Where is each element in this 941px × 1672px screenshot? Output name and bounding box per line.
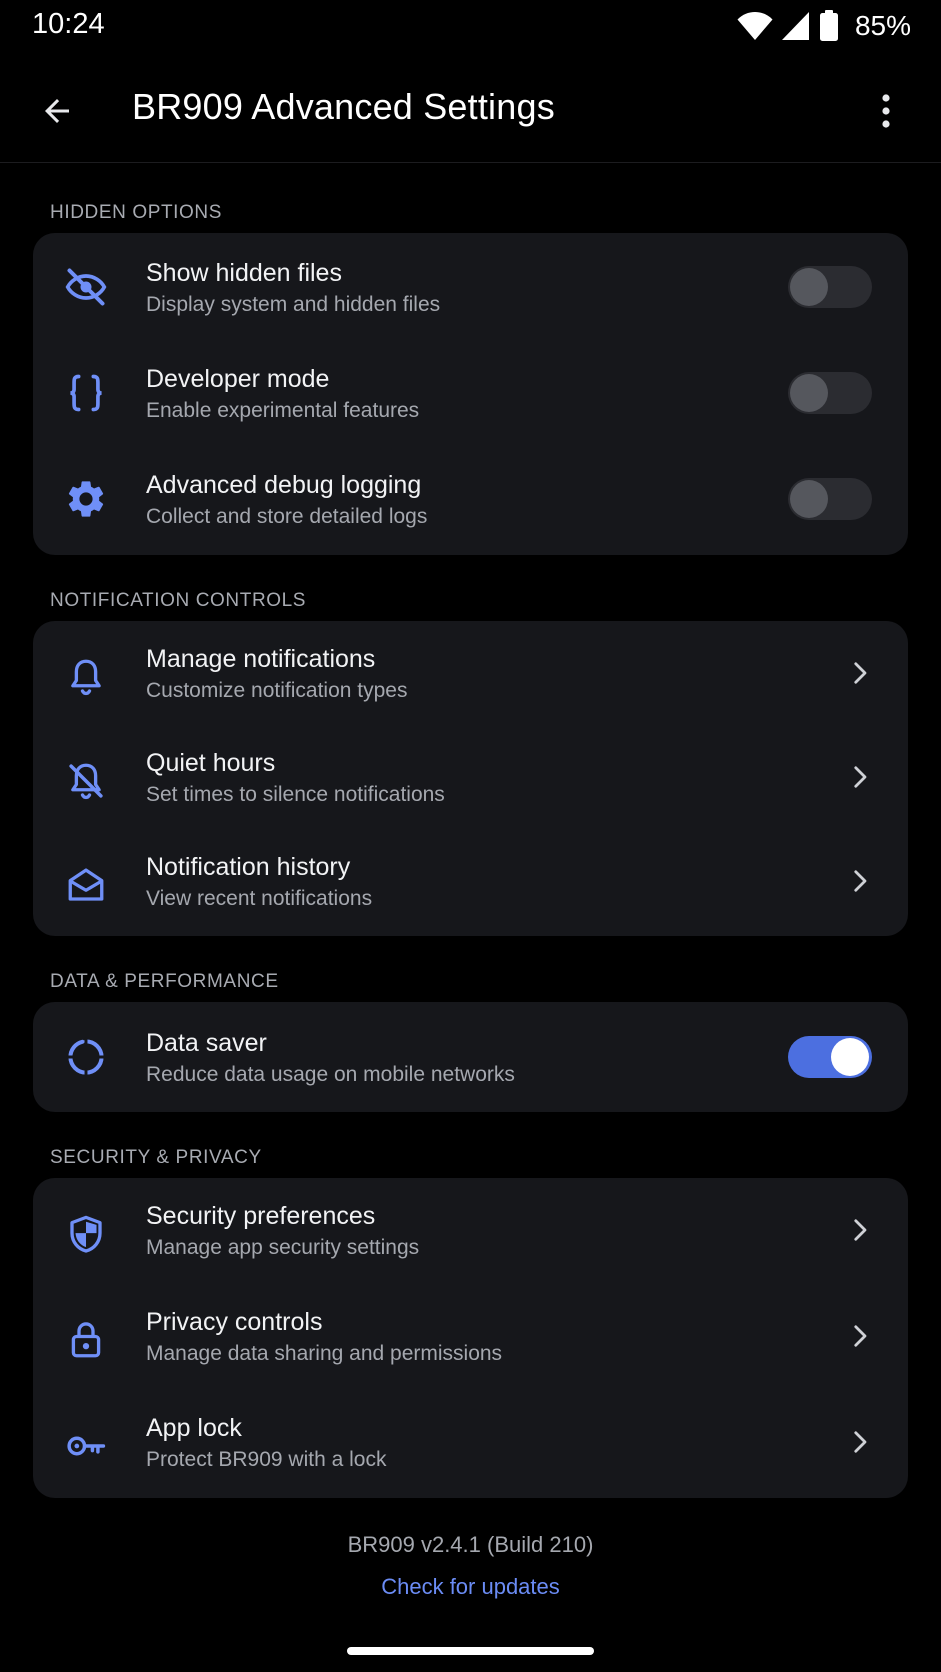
toggle-show-hidden-files[interactable] bbox=[788, 266, 872, 308]
status-time: 10:24 bbox=[32, 8, 105, 40]
setting-row-privacy-controls[interactable]: Privacy controls Manage data sharing and… bbox=[33, 1284, 908, 1390]
code-braces-icon bbox=[61, 368, 111, 418]
chevron-right-icon bbox=[842, 1424, 878, 1460]
setting-subtitle: Customize notification types bbox=[146, 679, 408, 702]
setting-subtitle: Protect BR909 with a lock bbox=[146, 1448, 387, 1471]
eye-off-icon bbox=[61, 262, 111, 312]
card-security-privacy: Security preferences Manage app security… bbox=[33, 1178, 908, 1498]
back-button[interactable] bbox=[30, 84, 84, 138]
setting-title: Manage notifications bbox=[146, 645, 376, 673]
setting-title: Advanced debug logging bbox=[146, 471, 422, 499]
setting-row-data-saver[interactable]: Data saver Reduce data usage on mobile n… bbox=[33, 1002, 908, 1112]
toggle-knob bbox=[790, 374, 828, 412]
more-vert-icon bbox=[882, 94, 890, 128]
setting-subtitle: Collect and store detailed logs bbox=[146, 505, 428, 528]
card-notification-controls: Manage notifications Customize notificat… bbox=[33, 621, 908, 936]
toggle-knob bbox=[790, 268, 828, 306]
toggle-advanced-debug-logging[interactable] bbox=[788, 478, 872, 520]
chevron-right-icon bbox=[842, 863, 878, 899]
toggle-knob bbox=[831, 1038, 869, 1076]
setting-title: Quiet hours bbox=[146, 749, 276, 777]
setting-title: Privacy controls bbox=[146, 1308, 323, 1336]
wifi-icon bbox=[737, 12, 773, 40]
setting-subtitle: Enable experimental features bbox=[146, 399, 420, 422]
setting-row-developer-mode[interactable]: Developer mode Enable experimental featu… bbox=[33, 339, 908, 445]
version-text: BR909 v2.4.1 (Build 210) bbox=[347, 1532, 594, 1557]
setting-subtitle: Set times to silence notifications bbox=[146, 783, 445, 806]
toggle-data-saver[interactable] bbox=[788, 1036, 872, 1078]
chevron-right-icon bbox=[842, 1318, 878, 1354]
chevron-right-icon bbox=[842, 655, 878, 691]
setting-row-app-lock[interactable]: App lock Protect BR909 with a lock bbox=[33, 1390, 908, 1496]
setting-subtitle: Reduce data usage on mobile networks bbox=[146, 1063, 515, 1086]
section-header-hidden-options: HIDDEN OPTIONS bbox=[50, 202, 223, 223]
section-header-notification-controls: NOTIFICATION CONTROLS bbox=[50, 590, 307, 611]
setting-row-show-hidden-files[interactable]: Show hidden files Display system and hid… bbox=[33, 233, 908, 339]
card-data-performance: Data saver Reduce data usage on mobile n… bbox=[33, 1002, 908, 1112]
lock-icon bbox=[61, 1315, 111, 1365]
section-header-data-performance: DATA & PERFORMANCE bbox=[50, 971, 279, 992]
mail-open-icon bbox=[61, 860, 111, 910]
setting-row-notification-history[interactable]: Notification history View recent notific… bbox=[33, 829, 908, 933]
section-header-security-privacy: SECURITY & PRIVACY bbox=[50, 1147, 262, 1168]
page-title: BR909 Advanced Settings bbox=[132, 86, 555, 127]
data-saver-icon bbox=[61, 1032, 111, 1082]
chevron-right-icon bbox=[842, 1212, 878, 1248]
arrow-back-icon bbox=[45, 99, 69, 123]
setting-subtitle: View recent notifications bbox=[146, 887, 373, 910]
setting-title: Security preferences bbox=[146, 1202, 376, 1230]
status-icons: 85% bbox=[737, 10, 911, 42]
battery-icon bbox=[819, 10, 838, 41]
toggle-knob bbox=[790, 480, 828, 518]
setting-title: App lock bbox=[146, 1414, 242, 1442]
setting-title: Data saver bbox=[146, 1029, 267, 1057]
setting-title: Developer mode bbox=[146, 365, 330, 393]
card-hidden-options: Show hidden files Display system and hid… bbox=[33, 233, 908, 555]
setting-row-security-preferences[interactable]: Security preferences Manage app security… bbox=[33, 1178, 908, 1284]
bell-icon bbox=[61, 652, 111, 702]
chevron-right-icon bbox=[842, 759, 878, 795]
bell-off-icon bbox=[61, 756, 111, 806]
overflow-menu-button[interactable] bbox=[859, 84, 913, 138]
setting-row-quiet-hours[interactable]: Quiet hours Set times to silence notific… bbox=[33, 725, 908, 829]
key-icon bbox=[61, 1421, 111, 1471]
app-bar: BR909 Advanced Settings bbox=[0, 58, 941, 163]
setting-title: Show hidden files bbox=[146, 259, 342, 287]
setting-subtitle: Display system and hidden files bbox=[146, 293, 441, 316]
check-for-updates-link[interactable]: Check for updates bbox=[360, 1574, 581, 1600]
setting-row-manage-notifications[interactable]: Manage notifications Customize notificat… bbox=[33, 621, 908, 725]
shield-icon bbox=[61, 1209, 111, 1259]
home-indicator[interactable] bbox=[347, 1647, 594, 1655]
setting-subtitle: Manage data sharing and permissions bbox=[146, 1342, 503, 1365]
signal-icon bbox=[781, 12, 809, 40]
battery-percent: 85% bbox=[854, 10, 911, 41]
setting-title: Notification history bbox=[146, 853, 351, 881]
setting-row-advanced-debug-logging[interactable]: Advanced debug logging Collect and store… bbox=[33, 445, 908, 551]
status-bar: 10:24 85% bbox=[0, 0, 941, 56]
toggle-developer-mode[interactable] bbox=[788, 372, 872, 414]
setting-subtitle: Manage app security settings bbox=[146, 1236, 420, 1259]
gear-icon bbox=[61, 474, 111, 524]
